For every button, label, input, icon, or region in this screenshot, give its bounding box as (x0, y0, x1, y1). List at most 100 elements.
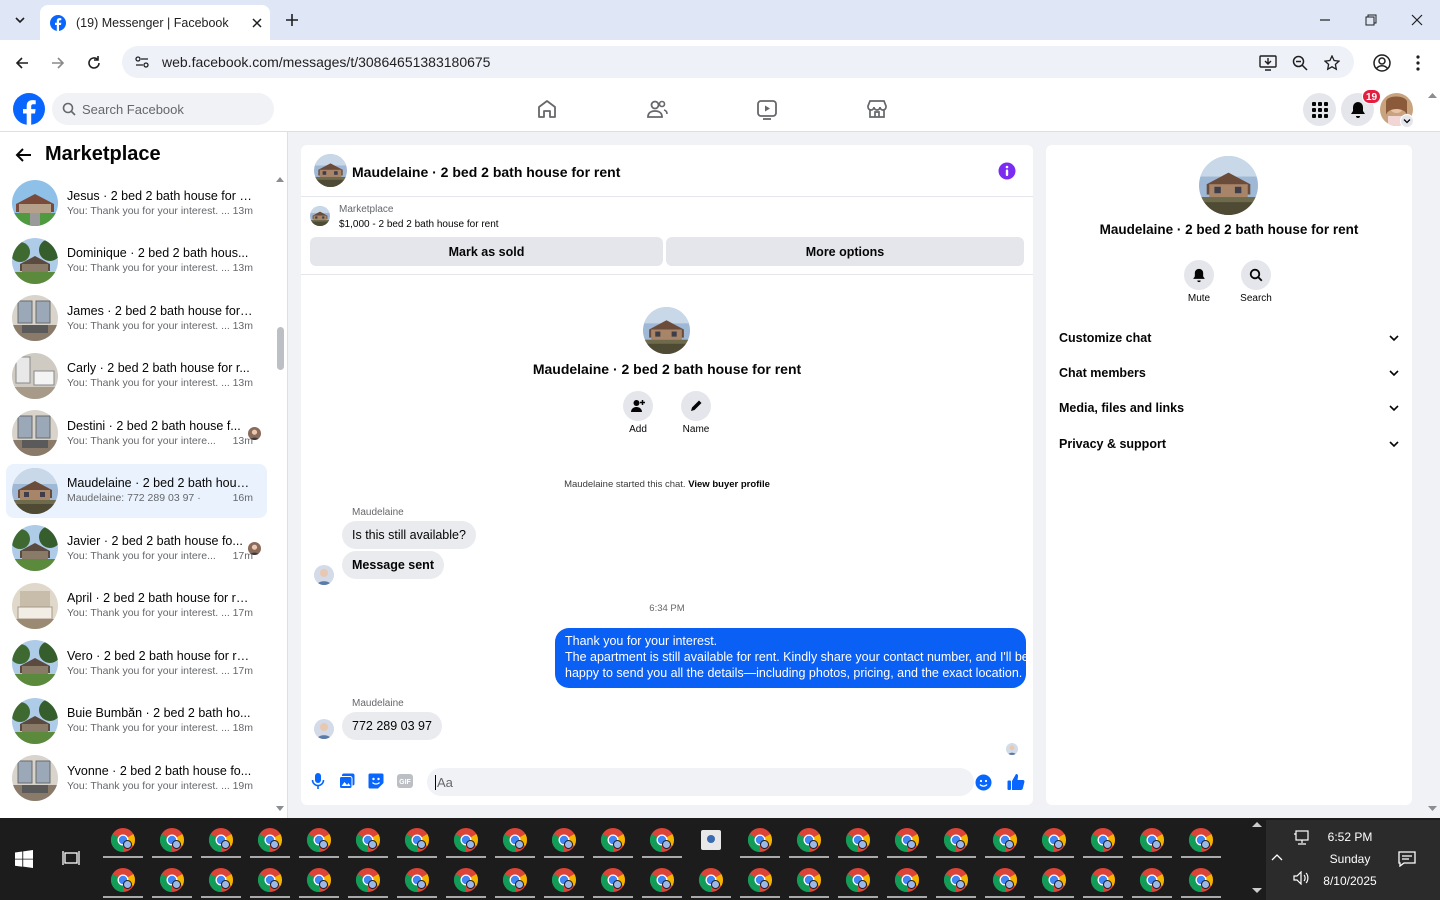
listing-price[interactable]: $1,000 - 2 bed 2 bath house for rent (339, 219, 499, 230)
chrome-taskbar-icon[interactable] (894, 867, 920, 893)
chrome-taskbar-icon[interactable] (747, 827, 773, 853)
back-to-chats-button[interactable] (14, 145, 34, 165)
privacy-support-row[interactable]: Privacy & support (1059, 434, 1399, 454)
chrome-taskbar-icon[interactable] (208, 827, 234, 853)
incoming-message[interactable]: 772 289 03 97 (342, 712, 442, 740)
chrome-taskbar-icon[interactable] (747, 867, 773, 893)
task-view-button[interactable] (62, 850, 80, 866)
conversation-item[interactable]: Destini · 2 bed 2 bath house f... You: Th… (6, 406, 267, 460)
send-like-button[interactable] (1007, 773, 1025, 791)
taskbar-scroll-down[interactable] (1252, 888, 1262, 894)
chrome-taskbar-icon[interactable] (1139, 827, 1165, 853)
new-tab-button[interactable] (280, 8, 304, 32)
chrome-taskbar-icon[interactable] (649, 867, 675, 893)
chrome-taskbar-icon[interactable] (110, 827, 136, 853)
conversation-item[interactable]: Javier · 2 bed 2 bath house fo... You: Th… (6, 521, 267, 575)
chrome-taskbar-icon[interactable] (551, 867, 577, 893)
chrome-taskbar-icon[interactable] (551, 827, 577, 853)
voice-clip-button[interactable] (311, 772, 325, 790)
chrome-taskbar-icon[interactable] (453, 827, 479, 853)
conversation-item[interactable]: April · 2 bed 2 bath house for re... You:… (6, 579, 267, 633)
conversation-item[interactable]: Yvonne · 2 bed 2 bath house fo... You: Th… (6, 751, 267, 805)
clock-day[interactable]: Sunday (1318, 852, 1382, 866)
maximize-window-button[interactable] (1348, 0, 1394, 40)
sidebar-scroll-down[interactable] (276, 806, 284, 812)
nav-friends[interactable] (645, 97, 669, 121)
conversation-item[interactable]: Carly · 2 bed 2 bath house for r... You: … (6, 349, 267, 403)
view-buyer-profile-link[interactable]: View buyer profile (688, 479, 770, 490)
nav-home[interactable] (535, 97, 559, 121)
browser-menu-button[interactable] (1403, 48, 1433, 78)
chrome-taskbar-icon[interactable] (355, 867, 381, 893)
chrome-taskbar-icon[interactable] (208, 867, 234, 893)
gif-button[interactable]: GIF (397, 774, 413, 788)
chrome-taskbar-icon[interactable] (649, 827, 675, 853)
chrome-taskbar-icon[interactable] (1188, 867, 1214, 893)
nav-marketplace[interactable] (865, 97, 889, 121)
chrome-taskbar-icon[interactable] (159, 867, 185, 893)
volume-button[interactable] (1293, 871, 1309, 885)
chrome-taskbar-icon[interactable] (943, 827, 969, 853)
media-files-links-row[interactable]: Media, files and links (1059, 398, 1399, 418)
sidebar-scroll-up[interactable] (276, 176, 284, 182)
chrome-taskbar-icon[interactable] (698, 867, 724, 893)
conversation-item[interactable]: James · 2 bed 2 bath house for ... You: T… (6, 291, 267, 345)
chrome-taskbar-icon[interactable] (355, 827, 381, 853)
conversation-item[interactable]: Vero · 2 bed 2 bath house for rent You: T… (6, 636, 267, 690)
account-menu-chevron[interactable] (1400, 114, 1414, 128)
sender-avatar[interactable] (314, 719, 334, 739)
facebook-search-box[interactable]: Search Facebook (52, 93, 274, 125)
chrome-taskbar-icon[interactable] (1041, 827, 1067, 853)
chrome-taskbar-icon[interactable] (796, 867, 822, 893)
chrome-taskbar-icon[interactable] (257, 827, 283, 853)
chrome-taskbar-icon[interactable] (992, 867, 1018, 893)
chrome-taskbar-icon[interactable] (600, 867, 626, 893)
minimize-window-button[interactable] (1302, 0, 1348, 40)
facebook-logo[interactable] (13, 93, 45, 125)
message-input[interactable]: Aa (427, 768, 974, 796)
bookmark-button[interactable] (1317, 48, 1347, 78)
install-app-button[interactable] (1253, 48, 1283, 78)
conversation-info-button[interactable] (998, 162, 1016, 180)
chrome-taskbar-icon[interactable] (1090, 827, 1116, 853)
chat-header-avatar[interactable] (314, 154, 347, 187)
close-window-button[interactable] (1394, 0, 1440, 40)
chrome-taskbar-icon[interactable] (257, 867, 283, 893)
chrome-taskbar-icon[interactable] (306, 867, 332, 893)
sidebar-scrollbar-thumb[interactable] (277, 327, 284, 370)
url-text[interactable]: web.facebook.com/messages/t/308646513831… (162, 54, 490, 70)
browser-tab-messenger[interactable]: (19) Messenger | Facebook (40, 5, 270, 40)
clock-time[interactable]: 6:52 PM (1318, 830, 1382, 844)
conversation-item[interactable]: Maudelaine · 2 bed 2 bath hous... Maudela… (6, 463, 267, 518)
chrome-taskbar-icon[interactable] (453, 867, 479, 893)
chrome-taskbar-icon[interactable] (992, 827, 1018, 853)
profile-button[interactable] (1367, 48, 1397, 78)
zoom-button[interactable] (1285, 48, 1315, 78)
back-button[interactable] (7, 48, 37, 78)
menu-button[interactable] (1303, 93, 1336, 126)
chrome-taskbar-icon[interactable] (110, 867, 136, 893)
reload-button[interactable] (79, 48, 109, 78)
chrome-taskbar-icon[interactable] (404, 867, 430, 893)
chrome-taskbar-icon[interactable] (600, 827, 626, 853)
chrome-taskbar-icon[interactable] (1090, 867, 1116, 893)
clock-date[interactable]: 8/10/2025 (1318, 874, 1382, 888)
chrome-taskbar-icon[interactable] (1139, 867, 1165, 893)
conversation-item[interactable]: Dominique · 2 bed 2 bath hous... You: Tha… (6, 234, 267, 288)
forward-button[interactable] (43, 48, 73, 78)
chrome-taskbar-icon[interactable] (159, 827, 185, 853)
customize-chat-row[interactable]: Customize chat (1059, 328, 1399, 348)
network-icon-button[interactable] (1293, 830, 1311, 846)
incoming-message-auto[interactable]: Message sent (342, 551, 444, 579)
page-scroll-up[interactable] (1428, 92, 1437, 98)
more-options-button[interactable]: More options (666, 237, 1024, 266)
conversation-item[interactable]: Jesus · 2 bed 2 bath house for r... You: … (6, 176, 267, 230)
attach-media-button[interactable] (339, 773, 355, 789)
chrome-taskbar-icon[interactable] (796, 827, 822, 853)
taskbar-app-icon[interactable] (698, 827, 724, 853)
incoming-message[interactable]: Is this still available? (342, 521, 476, 549)
chrome-taskbar-icon[interactable] (845, 827, 871, 853)
listing-thumbnail[interactable] (310, 206, 330, 226)
sticker-button[interactable] (368, 773, 384, 789)
mark-as-sold-button[interactable]: Mark as sold (310, 237, 663, 266)
